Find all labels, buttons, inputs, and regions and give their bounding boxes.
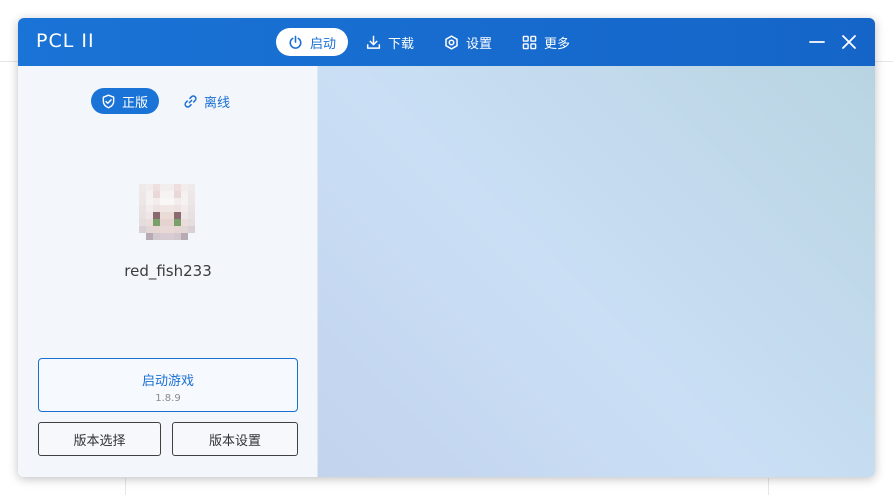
top-nav: 启动 下载 设置 更多 — [276, 28, 582, 56]
power-icon — [289, 35, 302, 49]
background-divider — [125, 478, 126, 495]
nav-settings-label: 设置 — [466, 36, 493, 52]
launch-game-label: 启动游戏 — [141, 374, 194, 389]
nav-launch[interactable]: 启动 — [276, 28, 349, 56]
nav-more-label: 更多 — [544, 36, 571, 52]
offline-mode-label: 离线 — [204, 95, 231, 111]
version-settings-label: 版本设置 — [208, 433, 261, 449]
close-icon — [842, 35, 856, 49]
close-button[interactable] — [839, 32, 859, 52]
nav-more[interactable]: 更多 — [510, 28, 582, 56]
background-divider — [768, 478, 769, 495]
version-select-button[interactable]: 版本选择 — [38, 422, 161, 456]
app-title: PCL II — [36, 30, 95, 52]
gear-icon — [445, 34, 458, 50]
title-bar[interactable]: PCL II 启动 下载 设置 更多 — [18, 18, 875, 66]
launch-game-version: 1.8.9 — [155, 393, 181, 404]
official-mode-label: 正版 — [122, 95, 149, 111]
grid-icon — [522, 35, 537, 49]
main-content-area — [318, 66, 875, 477]
download-icon — [366, 35, 381, 49]
minimize-button[interactable] — [807, 32, 827, 52]
launcher-window: PCL II 启动 下载 设置 更多 正版 离线 red_fish233 启动游… — [18, 18, 875, 477]
official-mode-button[interactable]: 正版 — [91, 88, 160, 114]
avatar[interactable] — [139, 184, 195, 240]
sidebar: 正版 离线 red_fish233 启动游戏 1.8.9 版本选择 版本设置 — [18, 66, 318, 477]
nav-download-label: 下载 — [388, 36, 415, 52]
login-mode-switch: 正版 离线 — [91, 88, 241, 114]
nav-settings[interactable]: 设置 — [432, 28, 504, 56]
nav-download[interactable]: 下载 — [354, 28, 426, 56]
username: red_fish233 — [124, 262, 212, 280]
version-select-label: 版本选择 — [73, 433, 126, 449]
launch-game-button[interactable]: 启动游戏 1.8.9 — [38, 358, 298, 412]
nav-launch-label: 启动 — [310, 36, 337, 52]
minimize-icon — [809, 41, 825, 43]
shield-check-icon — [102, 94, 115, 108]
link-icon — [184, 94, 197, 108]
version-settings-button[interactable]: 版本设置 — [172, 422, 298, 456]
offline-mode-button[interactable]: 离线 — [173, 88, 241, 114]
